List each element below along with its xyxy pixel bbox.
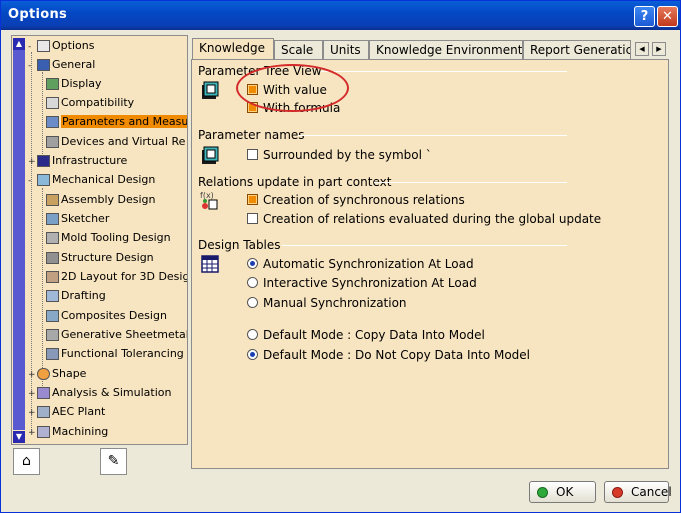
composites-icon xyxy=(46,310,59,322)
parameter-names-title: Parameter names xyxy=(198,128,305,142)
parameters-icon xyxy=(46,116,59,128)
sketcher-icon xyxy=(46,213,59,225)
assembly-icon xyxy=(46,194,59,206)
window-title: Options xyxy=(8,7,68,22)
close-button[interactable]: ✕ xyxy=(657,6,678,27)
general-icon xyxy=(37,59,50,71)
tree-item-assembly-design[interactable]: Assembly Design xyxy=(46,191,156,208)
home-icon: ⌂ xyxy=(22,453,31,469)
global-update-relations-checkbox[interactable]: Creation of relations evaluated during t… xyxy=(247,212,601,226)
scroll-down-icon[interactable]: ▼ xyxy=(13,431,25,443)
options-tree: ▲ ▼ - Options - General Display Compatibil… xyxy=(11,35,188,445)
manual-sync-radio[interactable]: Manual Synchronization xyxy=(247,296,407,310)
tree-item-composites[interactable]: Composites Design xyxy=(46,307,167,324)
options-dialog: Options ? ✕ ▲ ▼ - Options - General Displa… xyxy=(0,0,681,513)
mechanical-design-icon xyxy=(37,174,50,186)
tree-scrollbar[interactable]: ▲ ▼ xyxy=(12,36,26,444)
tree-tool-button-1[interactable]: ⌂ xyxy=(13,448,40,475)
tree-item-2d-layout[interactable]: 2D Layout for 3D Desig xyxy=(46,268,187,285)
design-tables-title: Design Tables xyxy=(198,238,281,252)
tree-item-general[interactable]: - General xyxy=(28,56,95,73)
aec-plant-icon xyxy=(37,406,50,418)
auto-sync-radio-icon[interactable] xyxy=(247,258,258,269)
global-update-check-icon[interactable] xyxy=(247,213,258,224)
interactive-sync-radio-icon[interactable] xyxy=(247,277,258,288)
tab-knowledge[interactable]: Knowledge xyxy=(192,38,274,60)
tree-item-machining[interactable]: + Machining xyxy=(28,423,108,440)
auto-sync-radio[interactable]: Automatic Synchronization At Load xyxy=(247,257,474,271)
tree-item-devices[interactable]: Devices and Virtual Re xyxy=(46,133,185,150)
ok-icon xyxy=(537,487,548,498)
svg-text:f(x): f(x) xyxy=(200,191,214,200)
sheetmetal-icon xyxy=(46,329,59,341)
layout-icon xyxy=(46,271,59,283)
shape-icon xyxy=(37,368,50,380)
tree-item-infrastructure[interactable]: + Infrastructure xyxy=(28,152,127,169)
copy-data-radio-icon[interactable] xyxy=(247,329,258,340)
title-bar[interactable]: Options ? ✕ xyxy=(1,1,680,30)
highlight-annotation xyxy=(236,64,349,112)
analysis-icon xyxy=(37,387,50,399)
tree-item-aec-plant[interactable]: + AEC Plant xyxy=(28,403,105,420)
relations-icon: f(x) xyxy=(200,191,218,210)
display-icon xyxy=(46,78,59,90)
tab-scroll-right-icon[interactable]: ▶ xyxy=(652,42,666,56)
infrastructure-icon xyxy=(37,155,50,167)
surrounded-check-icon[interactable] xyxy=(247,149,258,160)
tree-item-display[interactable]: Display xyxy=(46,75,102,92)
synchronous-relations-checkbox[interactable]: Creation of synchronous relations xyxy=(247,193,465,207)
tab-knowledge-environment[interactable]: Knowledge Environment xyxy=(369,40,523,60)
parameter-tree-icon xyxy=(202,81,219,99)
tree-item-shape[interactable]: + Shape xyxy=(28,365,86,382)
tab-scroll-left-icon[interactable]: ◀ xyxy=(635,42,649,56)
tree-item-parameters-and-measure[interactable]: Parameters and Measu xyxy=(46,113,187,130)
cancel-button[interactable]: Cancel xyxy=(604,481,672,503)
tree-item-mechanical-design[interactable]: - Mechanical Design xyxy=(28,171,155,188)
manual-sync-radio-icon[interactable] xyxy=(247,297,258,308)
tree-item-structure-design[interactable]: Structure Design xyxy=(46,249,154,266)
tree-item-drafting[interactable]: Drafting xyxy=(46,287,106,304)
mold-icon xyxy=(46,232,59,244)
help-button[interactable]: ? xyxy=(634,6,655,27)
scroll-thumb[interactable] xyxy=(13,50,25,430)
no-copy-data-radio-icon[interactable] xyxy=(247,349,258,360)
structure-icon xyxy=(46,252,59,264)
devices-icon xyxy=(46,136,59,148)
scroll-up-icon[interactable]: ▲ xyxy=(13,38,25,50)
surrounded-by-symbol-checkbox[interactable]: Surrounded by the symbol ` xyxy=(247,148,432,162)
drafting-icon xyxy=(46,290,59,302)
interactive-sync-radio[interactable]: Interactive Synchronization At Load xyxy=(247,276,477,290)
options-icon xyxy=(37,40,50,52)
design-table-icon xyxy=(201,255,219,273)
tree-tool-button-2[interactable]: ✎ xyxy=(100,448,127,475)
synchronous-check-icon[interactable] xyxy=(247,194,258,205)
tree-item-mold-tooling[interactable]: Mold Tooling Design xyxy=(46,229,171,246)
copy-data-radio[interactable]: Default Mode : Copy Data Into Model xyxy=(247,328,485,342)
tools-icon: ✎ xyxy=(107,453,120,469)
compatibility-icon xyxy=(46,97,59,109)
tree-item-analysis[interactable]: + Analysis & Simulation xyxy=(28,384,172,401)
tree-item-functional-tolerancing[interactable]: Functional Tolerancing xyxy=(46,345,184,362)
tab-report-generation[interactable]: Report Generatic xyxy=(523,40,631,60)
tab-scale[interactable]: Scale xyxy=(274,40,323,60)
machining-icon xyxy=(37,426,50,438)
tree-item-options[interactable]: - Options xyxy=(28,37,94,54)
tree-item-compatibility[interactable]: Compatibility xyxy=(46,94,134,111)
tolerancing-icon xyxy=(46,348,59,360)
no-copy-data-radio[interactable]: Default Mode : Do Not Copy Data Into Mod… xyxy=(247,348,530,362)
tree-item-sketcher[interactable]: Sketcher xyxy=(46,210,109,227)
parameter-names-icon xyxy=(202,146,219,164)
tab-strip: Knowledge Scale Units Knowledge Environm… xyxy=(191,38,669,60)
tree-item-sheetmetal[interactable]: Generative Sheetmetal xyxy=(46,326,187,343)
relations-update-title: Relations update in part context xyxy=(198,175,392,189)
ok-button[interactable]: OK xyxy=(529,481,596,503)
tab-units[interactable]: Units xyxy=(323,40,369,60)
cancel-icon xyxy=(612,487,623,498)
